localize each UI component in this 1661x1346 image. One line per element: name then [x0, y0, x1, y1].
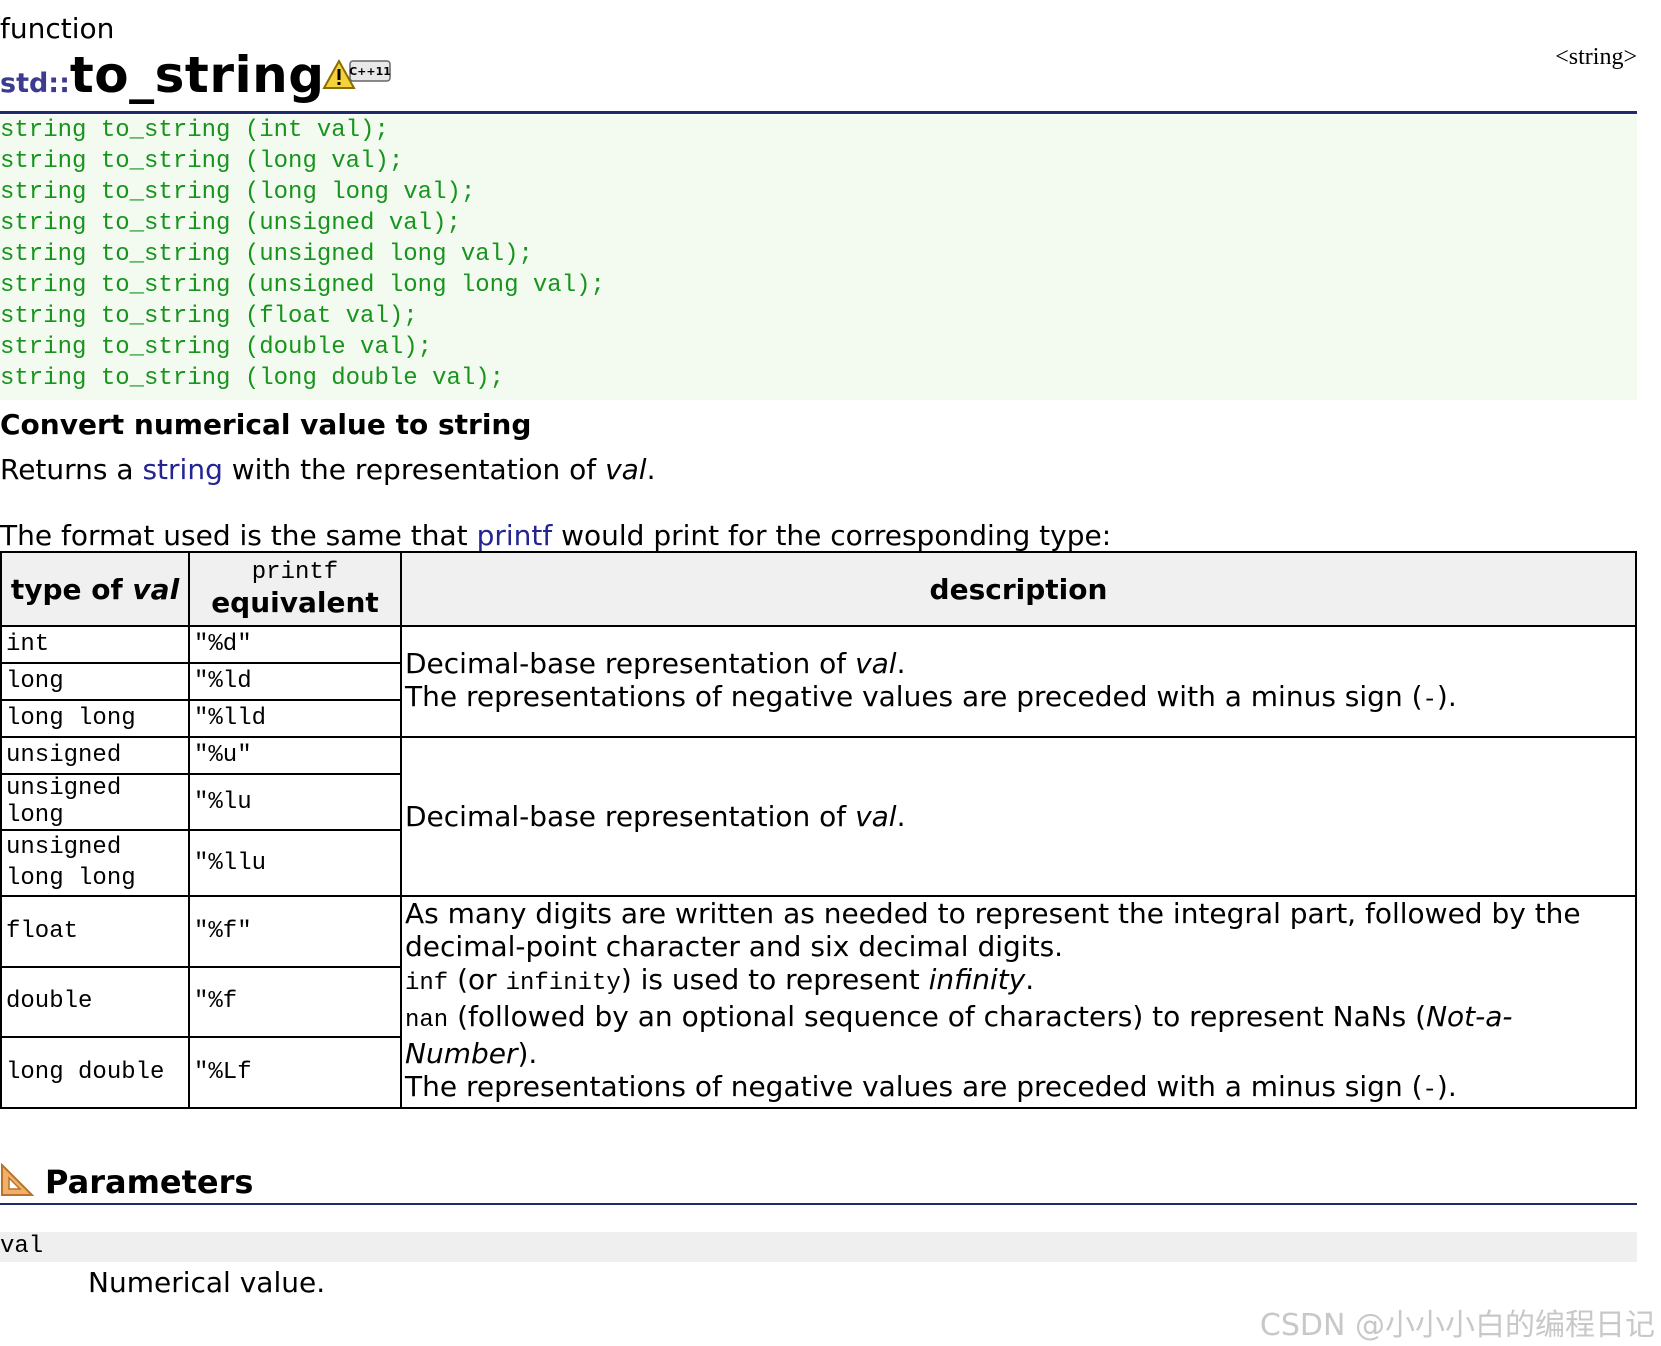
- prototype-line: string to_string (long val);: [0, 148, 404, 175]
- type-cell: double: [0, 965, 190, 1039]
- cpp11-warning-icon: C++11: [322, 58, 391, 89]
- col-header-type-prefix: type of: [10, 572, 133, 606]
- desc1-line1-end: .: [896, 646, 906, 680]
- desc3-neg-prefix: The representations of negative values a…: [405, 1070, 1423, 1103]
- type-cell: float: [0, 895, 190, 968]
- col-header-type-val: val: [132, 572, 180, 606]
- format-cell: "%d": [188, 625, 402, 664]
- format-suffix: would print for the corresponding type:: [552, 519, 1112, 552]
- format-cell: "%lu: [188, 773, 402, 831]
- desc3-inf-end: .: [1025, 963, 1035, 996]
- parameter-name: val: [0, 1233, 44, 1260]
- header-reference-link[interactable]: <string>: [1555, 44, 1637, 71]
- desc3-nan-mid: (followed by an optional sequence of cha…: [448, 1000, 1427, 1033]
- table-row: int "%d" Decimal-base representation of …: [0, 625, 1637, 738]
- type-cell: long long: [0, 699, 190, 738]
- desc1-line2-end: ).: [1436, 679, 1457, 713]
- table-row: unsigned "%u" Decimal-base representatio…: [0, 736, 1637, 897]
- returns-prefix: Returns a: [0, 453, 143, 486]
- type-cell: unsigned: [0, 736, 190, 775]
- desc3-inf-mid2: ) is used to represent: [620, 963, 929, 996]
- format-paragraph: The format used is the same that printf …: [0, 519, 1111, 552]
- desc2-end: .: [896, 800, 906, 833]
- format-cell: "%f": [188, 895, 402, 968]
- prototype-line: string to_string (unsigned long long val…: [0, 272, 605, 299]
- description-cell-float: As many digits are written as needed to …: [400, 895, 1637, 1109]
- prototype-box: string to_string (int val); string to_st…: [0, 115, 1637, 400]
- prototype-line: string to_string (unsigned long val);: [0, 241, 533, 268]
- prototype-line: string to_string (int val);: [0, 117, 389, 144]
- type-cell: unsigned long long: [0, 829, 190, 897]
- namespace-prefix: std::: [0, 68, 70, 99]
- set-square-icon: [1, 1163, 34, 1196]
- format-cell: "%Lf: [188, 1036, 402, 1109]
- returns-val: val: [605, 453, 647, 486]
- desc3-inf-mid1: (or: [448, 963, 506, 996]
- desc3-minus: -: [1422, 1077, 1437, 1104]
- format-cell: "%lld: [188, 699, 402, 738]
- format-cell: "%f: [188, 965, 402, 1039]
- desc2-prefix: Decimal-base representation of: [405, 800, 856, 833]
- desc1-line1-prefix: Decimal-base representation of: [405, 646, 856, 680]
- desc3-inf-em: infinity: [928, 963, 1026, 996]
- function-name: to_string: [69, 46, 325, 104]
- returns-end: .: [646, 453, 656, 486]
- parameter-name-row: val: [0, 1232, 1637, 1262]
- desc3-nan-code: nan: [405, 1007, 449, 1034]
- parameters-heading: Parameters: [45, 1163, 254, 1201]
- printf-link[interactable]: printf: [477, 519, 553, 552]
- summary-heading: Convert numerical value to string: [0, 408, 532, 441]
- watermark: CSDN @小小小白的编程日记: [1259, 1308, 1655, 1343]
- col-header-printf-bottom: equivalent: [211, 586, 379, 619]
- type-cell: long double: [0, 1036, 190, 1109]
- col-header-type: type of val: [0, 551, 190, 627]
- desc3-infinity-code: infinity: [505, 970, 621, 997]
- format-prefix: The format used is the same that: [0, 519, 477, 552]
- desc1-val: val: [855, 646, 897, 680]
- desc2-val: val: [855, 800, 897, 833]
- prototype-line: string to_string (long double val);: [0, 365, 505, 392]
- desc3-line1: As many digits are written as needed to …: [405, 897, 1581, 963]
- description-cell-signed: Decimal-base representation of val. The …: [400, 625, 1637, 738]
- title-divider: [0, 111, 1637, 114]
- format-cell: "%u": [188, 736, 402, 775]
- col-header-description: description: [400, 551, 1637, 627]
- col-header-printf-top: printf: [251, 559, 339, 586]
- type-cell: long: [0, 662, 190, 701]
- desc3-neg-end: ).: [1436, 1070, 1457, 1103]
- entity-kind: function: [0, 12, 115, 45]
- format-cell: "%ld: [188, 662, 402, 701]
- badge-text: C++11: [349, 65, 391, 78]
- desc3-inf-code: inf: [405, 970, 449, 997]
- format-table: type of val printf equivalent description…: [0, 551, 1637, 1109]
- prototype-line: string to_string (long long val);: [0, 179, 476, 206]
- type-cell: unsigned long: [0, 773, 190, 831]
- prototype-line: string to_string (float val);: [0, 303, 418, 330]
- table-header-row: type of val printf equivalent description: [0, 551, 1637, 627]
- desc3-nan-end: ).: [517, 1037, 538, 1070]
- col-header-printf: printf equivalent: [188, 551, 402, 627]
- type-cell: int: [0, 625, 190, 664]
- desc1-minus: -: [1422, 686, 1437, 714]
- desc1-line2-prefix: The representations of negative values a…: [405, 679, 1423, 713]
- string-link[interactable]: string: [142, 453, 222, 486]
- table-row: float "%f" As many digits are written as…: [0, 895, 1637, 1109]
- returns-middle: with the representation of: [222, 453, 606, 486]
- prototype-line: string to_string (unsigned val);: [0, 210, 461, 237]
- returns-paragraph: Returns a string with the representation…: [0, 453, 655, 486]
- description-cell-unsigned: Decimal-base representation of val.: [400, 736, 1637, 897]
- page-title: std:: to_string: [0, 46, 325, 104]
- parameter-description: Numerical value.: [88, 1266, 326, 1299]
- parameters-divider: [0, 1203, 1637, 1205]
- prototype-line: string to_string (double val);: [0, 334, 433, 361]
- format-cell: "%llu: [188, 829, 402, 897]
